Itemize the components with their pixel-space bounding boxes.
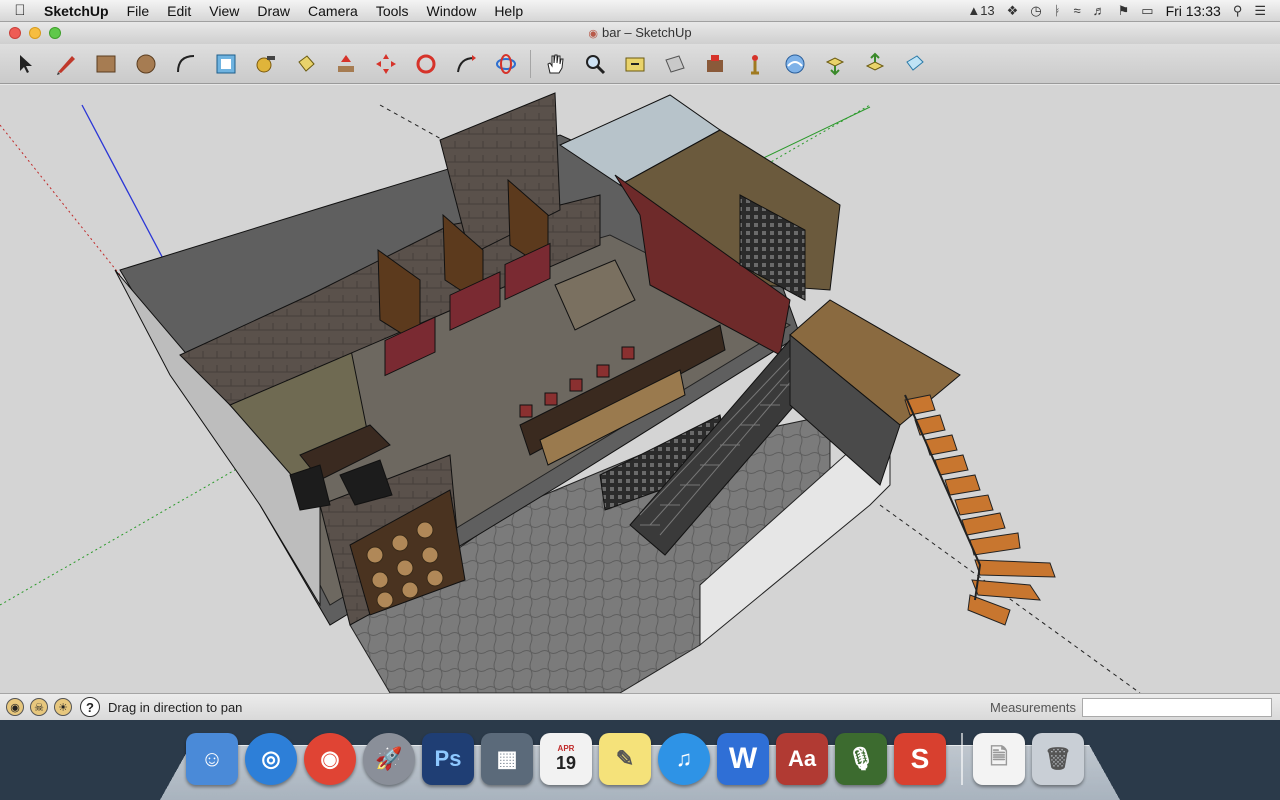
dock-dictionary-icon[interactable]: Aa — [776, 733, 828, 785]
menu-camera[interactable]: Camera — [299, 3, 367, 19]
measurements-label: Measurements — [990, 699, 1076, 715]
minimize-window-button[interactable] — [29, 27, 41, 39]
share-model-tool-icon[interactable] — [859, 48, 891, 80]
input-flag-icon[interactable]: ⚑ — [1118, 3, 1130, 19]
upload-component-tool-icon[interactable] — [899, 48, 931, 80]
dock-preview-icon[interactable]: ▦ — [481, 733, 533, 785]
menu-help[interactable]: Help — [485, 3, 532, 19]
dropbox-icon[interactable]: ❖ — [1007, 3, 1019, 19]
menu-window[interactable]: Window — [418, 3, 486, 19]
menu-view[interactable]: View — [200, 3, 248, 19]
arc-tool-icon[interactable] — [170, 48, 202, 80]
tape-measure-tool-icon[interactable] — [250, 48, 282, 80]
dock-launchpad-icon[interactable]: 🚀 — [363, 733, 415, 785]
geo-location-icon[interactable]: ◉ — [6, 698, 24, 716]
zoom-extents-tool-icon[interactable] — [619, 48, 651, 80]
get-models-tool-icon[interactable] — [819, 48, 851, 80]
dock-sketchup-icon[interactable]: S — [894, 733, 946, 785]
time-machine-icon[interactable]: ◷ — [1030, 3, 1041, 19]
position-camera-tool-icon[interactable] — [739, 48, 771, 80]
clock[interactable]: Fri 13:33 — [1166, 3, 1221, 19]
user-icon[interactable]: ☀ — [54, 698, 72, 716]
pencil-line-tool-icon[interactable] — [50, 48, 82, 80]
exterior-stairs — [904, 394, 1056, 626]
select-tool-icon[interactable] — [10, 48, 42, 80]
orbit-tool-icon[interactable] — [490, 48, 522, 80]
circle-tool-icon[interactable] — [130, 48, 162, 80]
dock-dictation-icon[interactable]: 🎙 — [835, 733, 887, 785]
dock-safari-icon[interactable]: ◎ — [245, 733, 297, 785]
zoom-window-button[interactable] — [49, 27, 61, 39]
red-axis-dashed — [0, 124, 121, 276]
dock-photoshop-icon[interactable]: Ps — [422, 733, 474, 785]
battery-icon[interactable]: ▭ — [1141, 3, 1153, 19]
status-hint: Drag in direction to pan — [108, 699, 243, 715]
wifi-icon[interactable]: ≈ — [1073, 3, 1080, 18]
spotlight-search-icon[interactable]: ⚲ — [1233, 3, 1243, 19]
offset-tool-icon[interactable] — [210, 48, 242, 80]
menu-edit[interactable]: Edit — [158, 3, 200, 19]
dock-chrome-icon[interactable]: ◉ — [304, 733, 356, 785]
rotate-tool-icon[interactable] — [410, 48, 442, 80]
sketchup-window: ◉ bar – SketchUp ◉ ☠ ☀ ? Drag in directi… — [0, 22, 1280, 720]
adobe-icon[interactable]: ▲13 — [967, 3, 994, 18]
dock-document-icon[interactable]: 🗎 — [973, 733, 1025, 785]
dock-calendar-icon[interactable]: APR 19 — [540, 733, 592, 785]
close-window-button[interactable] — [9, 27, 21, 39]
dock-divider — [961, 733, 963, 785]
document-icon: ◉ — [588, 28, 598, 40]
walk-tool-icon[interactable] — [779, 48, 811, 80]
main-toolbar — [0, 44, 1280, 84]
volume-icon[interactable]: ♬ — [1093, 3, 1106, 18]
paint-bucket-tool-icon[interactable] — [290, 48, 322, 80]
previous-view-tool-icon[interactable] — [659, 48, 691, 80]
apple-icon[interactable]:  — [0, 2, 40, 19]
menu-bar:  SketchUp File Edit View Draw Camera To… — [0, 0, 1280, 22]
menu-file[interactable]: File — [118, 3, 159, 19]
menu-tools[interactable]: Tools — [367, 3, 418, 19]
measurements-input[interactable] — [1082, 697, 1272, 717]
window-title: bar – SketchUp — [602, 25, 692, 40]
pan-tool-icon[interactable] — [539, 48, 571, 80]
zoom-tool-icon[interactable] — [579, 48, 611, 80]
status-bar: ◉ ☠ ☀ ? Drag in direction to pan Measure… — [0, 693, 1280, 720]
push-pull-tool-icon[interactable] — [330, 48, 362, 80]
guide-line — [879, 504, 1141, 693]
credits-icon[interactable]: ☠ — [30, 698, 48, 716]
next-view-tool-icon[interactable] — [699, 48, 731, 80]
dock-stickies-icon[interactable]: ✎ — [599, 733, 651, 785]
dock-finder-icon[interactable]: ☺ — [186, 733, 238, 785]
dock-word-icon[interactable]: W — [717, 733, 769, 785]
follow-me-tool-icon[interactable] — [450, 48, 482, 80]
title-bar[interactable]: ◉ bar – SketchUp — [0, 22, 1280, 44]
bluetooth-icon[interactable]: ᛓ — [1054, 3, 1062, 18]
notification-count: 13 — [980, 3, 995, 18]
rectangle-tool-icon[interactable] — [90, 48, 122, 80]
dock: ☺ ◎ ◉ 🚀 Ps ▦ APR 19 ✎ ♫ W Aa 🎙 S 🗎 🗑 — [186, 726, 1106, 792]
dock-trash-icon[interactable]: 🗑 — [1032, 733, 1084, 785]
toolbar-separator — [530, 49, 531, 78]
menu-draw[interactable]: Draw — [248, 3, 299, 19]
help-icon[interactable]: ? — [80, 697, 100, 717]
model-scene[interactable] — [0, 85, 1280, 693]
move-tool-icon[interactable] — [370, 48, 402, 80]
model-viewport[interactable] — [0, 85, 1280, 693]
menu-app-name[interactable]: SketchUp — [40, 3, 118, 19]
notification-center-icon[interactable]: ☰ — [1254, 3, 1266, 19]
dock-itunes-icon[interactable]: ♫ — [658, 733, 710, 785]
